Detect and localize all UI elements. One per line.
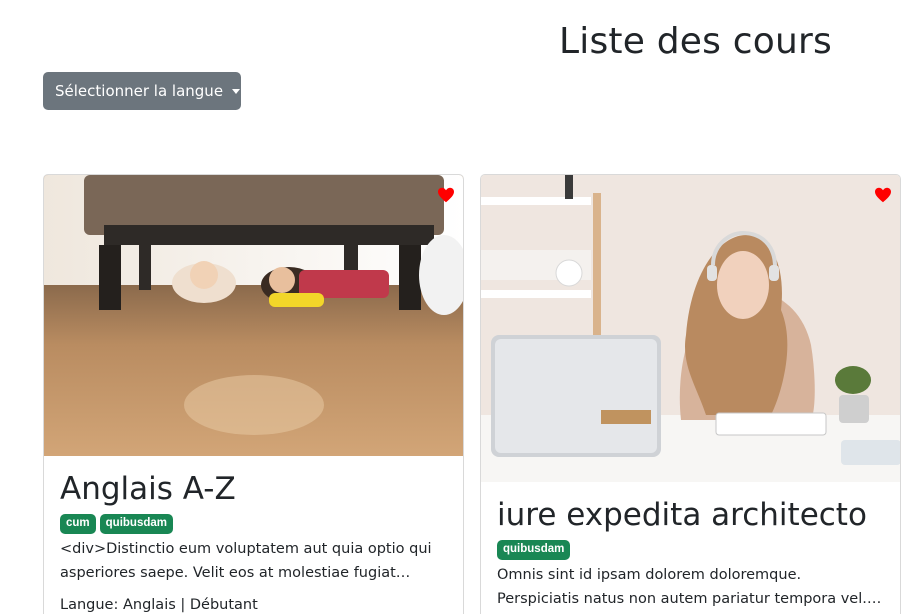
course-meta: Langue: Anglais | Débutant — [60, 597, 258, 613]
tag-badge: quibusdam — [497, 540, 571, 560]
heart-icon[interactable] — [437, 187, 455, 203]
course-tags: cum quibusdam — [60, 514, 447, 534]
course-image — [481, 175, 900, 482]
tag-badge: quibusdam — [99, 514, 173, 534]
course-description: <div>Distinctio eum voluptatem aut quia … — [60, 541, 432, 581]
caret-down-icon — [232, 88, 241, 94]
page-title: Liste des cours — [559, 21, 832, 62]
course-card[interactable]: iure expedita architecto quibusdam Omnis… — [480, 174, 901, 614]
course-title: Anglais A-Z — [60, 471, 236, 507]
heart-icon[interactable] — [874, 187, 892, 203]
language-dropdown-label: Sélectionner la langue — [55, 82, 224, 100]
course-title: iure expedita architecto — [497, 497, 867, 533]
course-card[interactable]: Anglais A-Z cum quibusdam <div>Distincti… — [43, 174, 464, 614]
course-photo-living-room — [44, 175, 463, 456]
language-dropdown-button[interactable]: Sélectionner la langue — [43, 72, 241, 110]
course-tags: quibusdam — [497, 540, 884, 560]
course-description: Omnis sint id ipsam dolorem doloremque. … — [497, 567, 867, 607]
course-image — [44, 175, 463, 456]
tag-badge: cum — [60, 514, 96, 534]
course-photo-woman-laptop — [481, 175, 900, 482]
